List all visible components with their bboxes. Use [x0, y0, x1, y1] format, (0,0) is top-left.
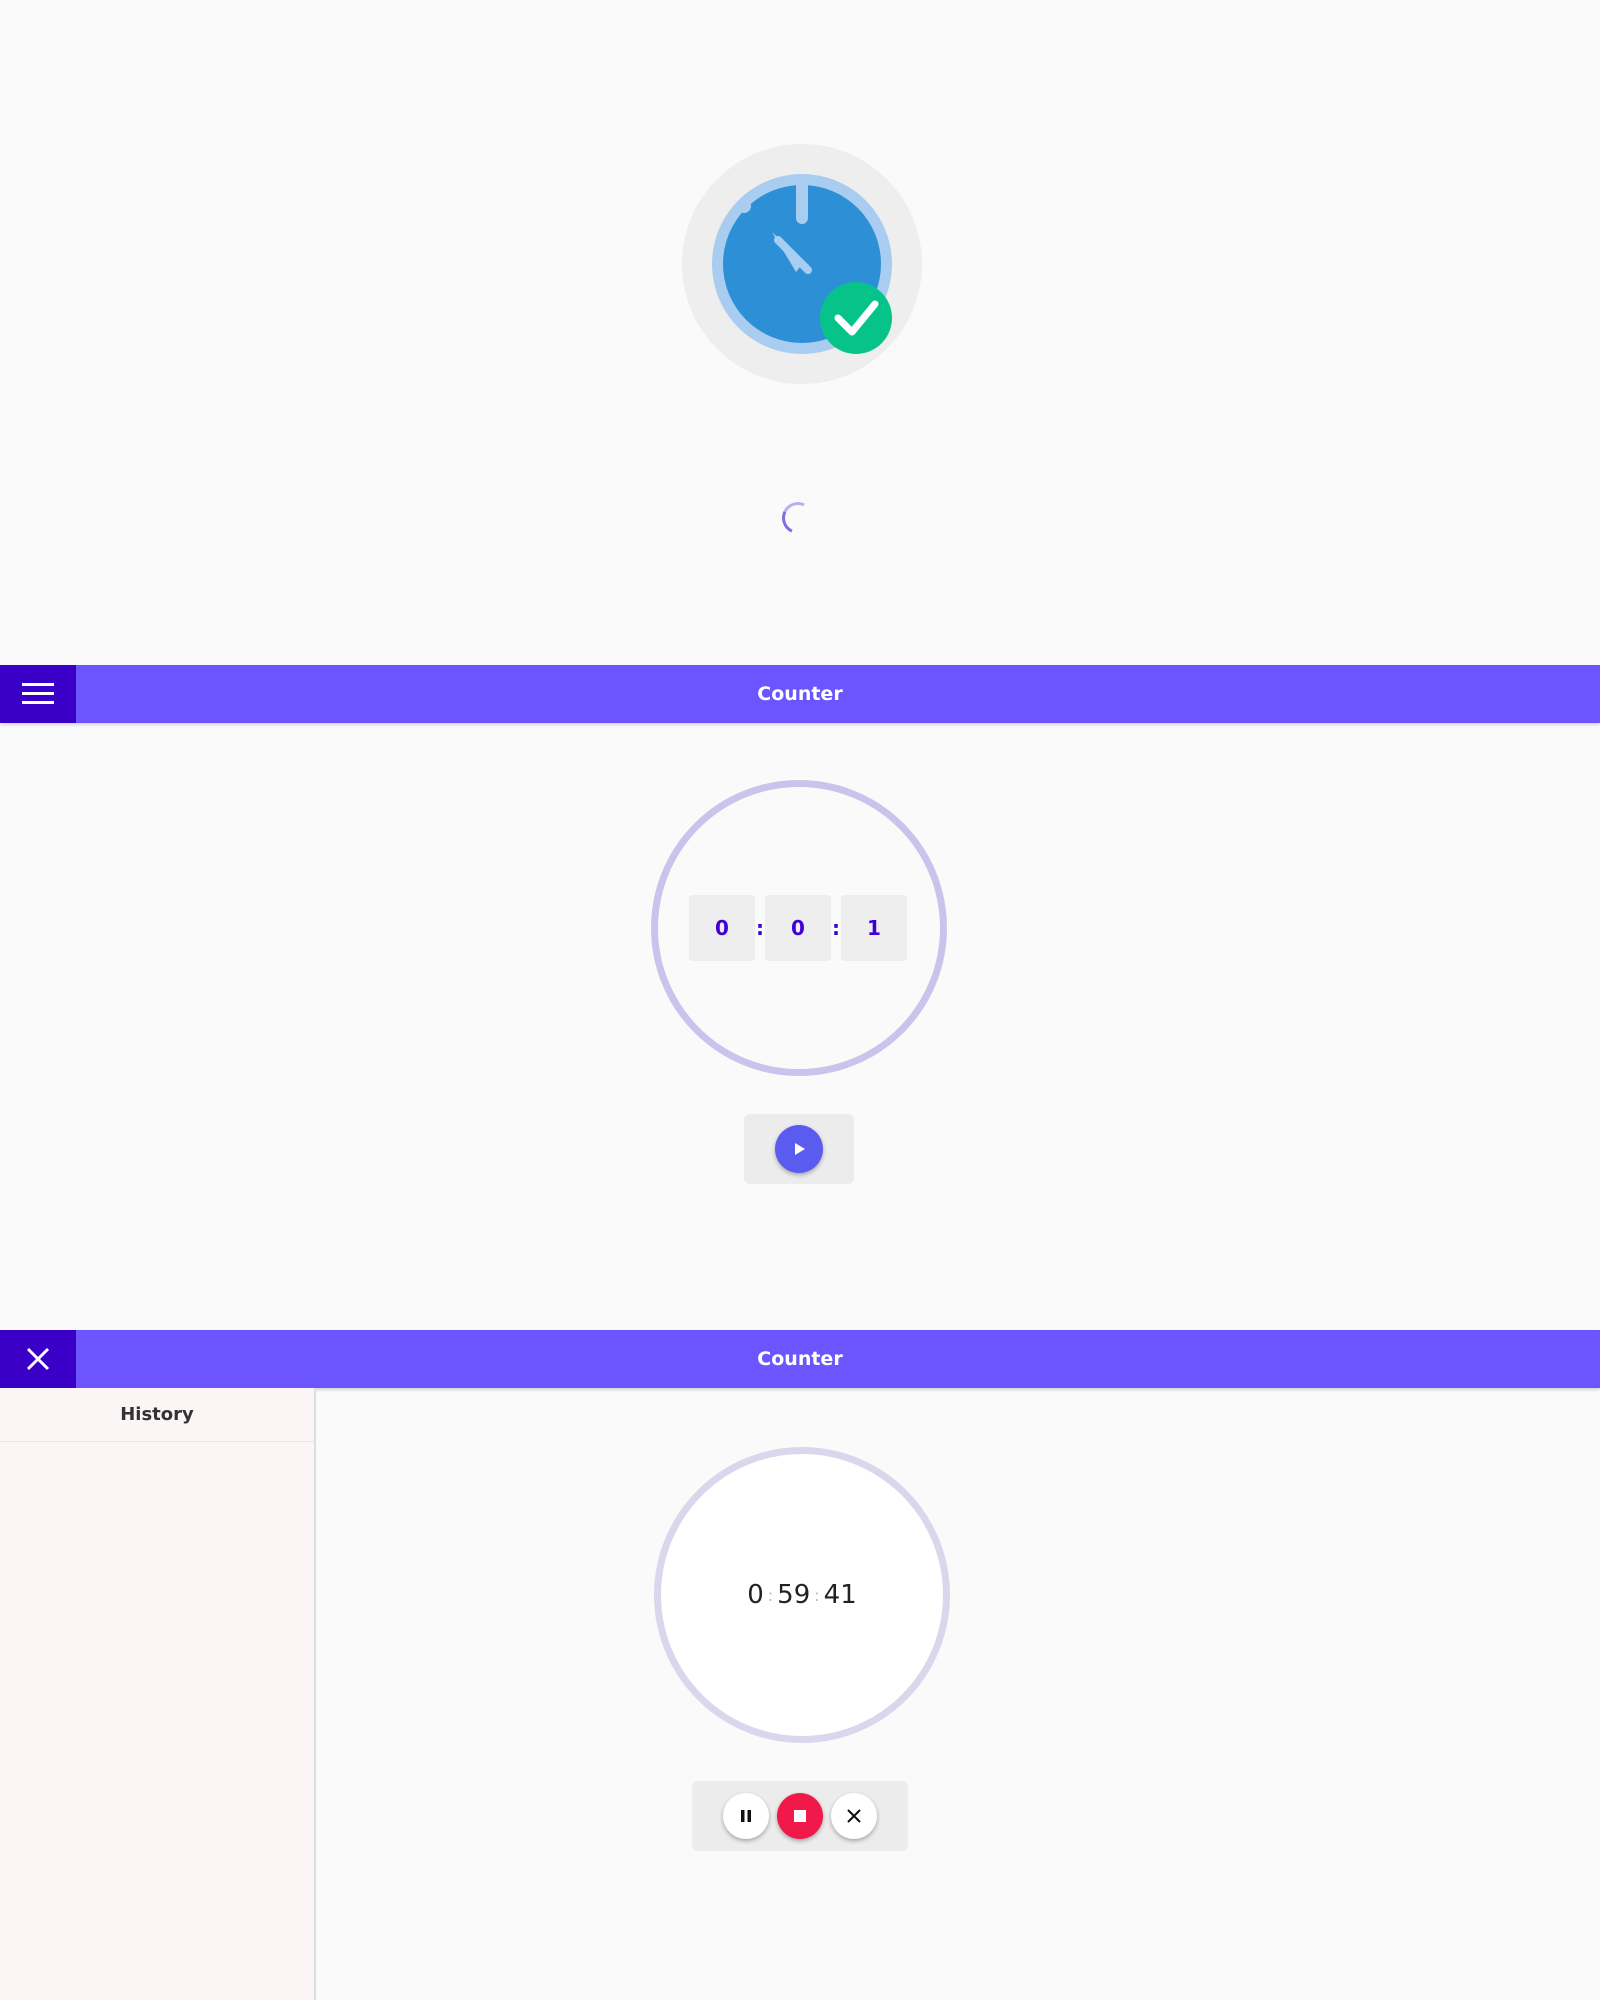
- page-title: Counter: [757, 1348, 843, 1370]
- counter-running-screen: Counter History 0 : 59 : 41: [0, 1330, 1600, 2000]
- cancel-button[interactable]: [831, 1793, 877, 1839]
- play-button[interactable]: [775, 1125, 823, 1173]
- time-separator: :: [767, 1585, 774, 1605]
- splash-screen: [0, 0, 1600, 665]
- app-bar: Counter: [0, 1330, 1600, 1388]
- time-input-group: 0 : 0 : 1: [689, 895, 907, 961]
- history-title: History: [0, 1388, 314, 1442]
- pause-button[interactable]: [723, 1793, 769, 1839]
- timer-display: 0 : 59 : 41: [654, 1447, 950, 1743]
- page-title: Counter: [757, 683, 843, 705]
- stopwatch-check-icon: [682, 144, 922, 384]
- controls-bar: [692, 1781, 908, 1851]
- stop-icon: [794, 1810, 806, 1822]
- stop-button[interactable]: [777, 1793, 823, 1839]
- hamburger-menu-icon: [22, 683, 54, 704]
- counter-idle-screen: Counter 0 : 0 : 1: [0, 665, 1600, 1330]
- loading-spinner: [777, 497, 819, 539]
- minutes-value: 59: [777, 1580, 811, 1610]
- close-drawer-button[interactable]: [0, 1330, 76, 1388]
- app-bar: Counter: [0, 665, 1600, 723]
- controls-bar: [744, 1114, 854, 1184]
- seconds-input[interactable]: 1: [841, 895, 907, 961]
- history-drawer: History: [0, 1388, 316, 2000]
- hours-input[interactable]: 0: [689, 895, 755, 961]
- time-separator: :: [814, 1585, 820, 1605]
- time-separator: :: [756, 916, 764, 940]
- play-icon: [795, 1143, 805, 1155]
- close-icon: [26, 1347, 50, 1371]
- minutes-input[interactable]: 0: [765, 895, 831, 961]
- close-icon: [847, 1809, 861, 1823]
- menu-button[interactable]: [0, 665, 76, 723]
- pause-icon: [741, 1810, 751, 1822]
- seconds-value: 41: [823, 1580, 857, 1610]
- hours-value: 0: [747, 1580, 764, 1610]
- time-separator: :: [832, 916, 840, 940]
